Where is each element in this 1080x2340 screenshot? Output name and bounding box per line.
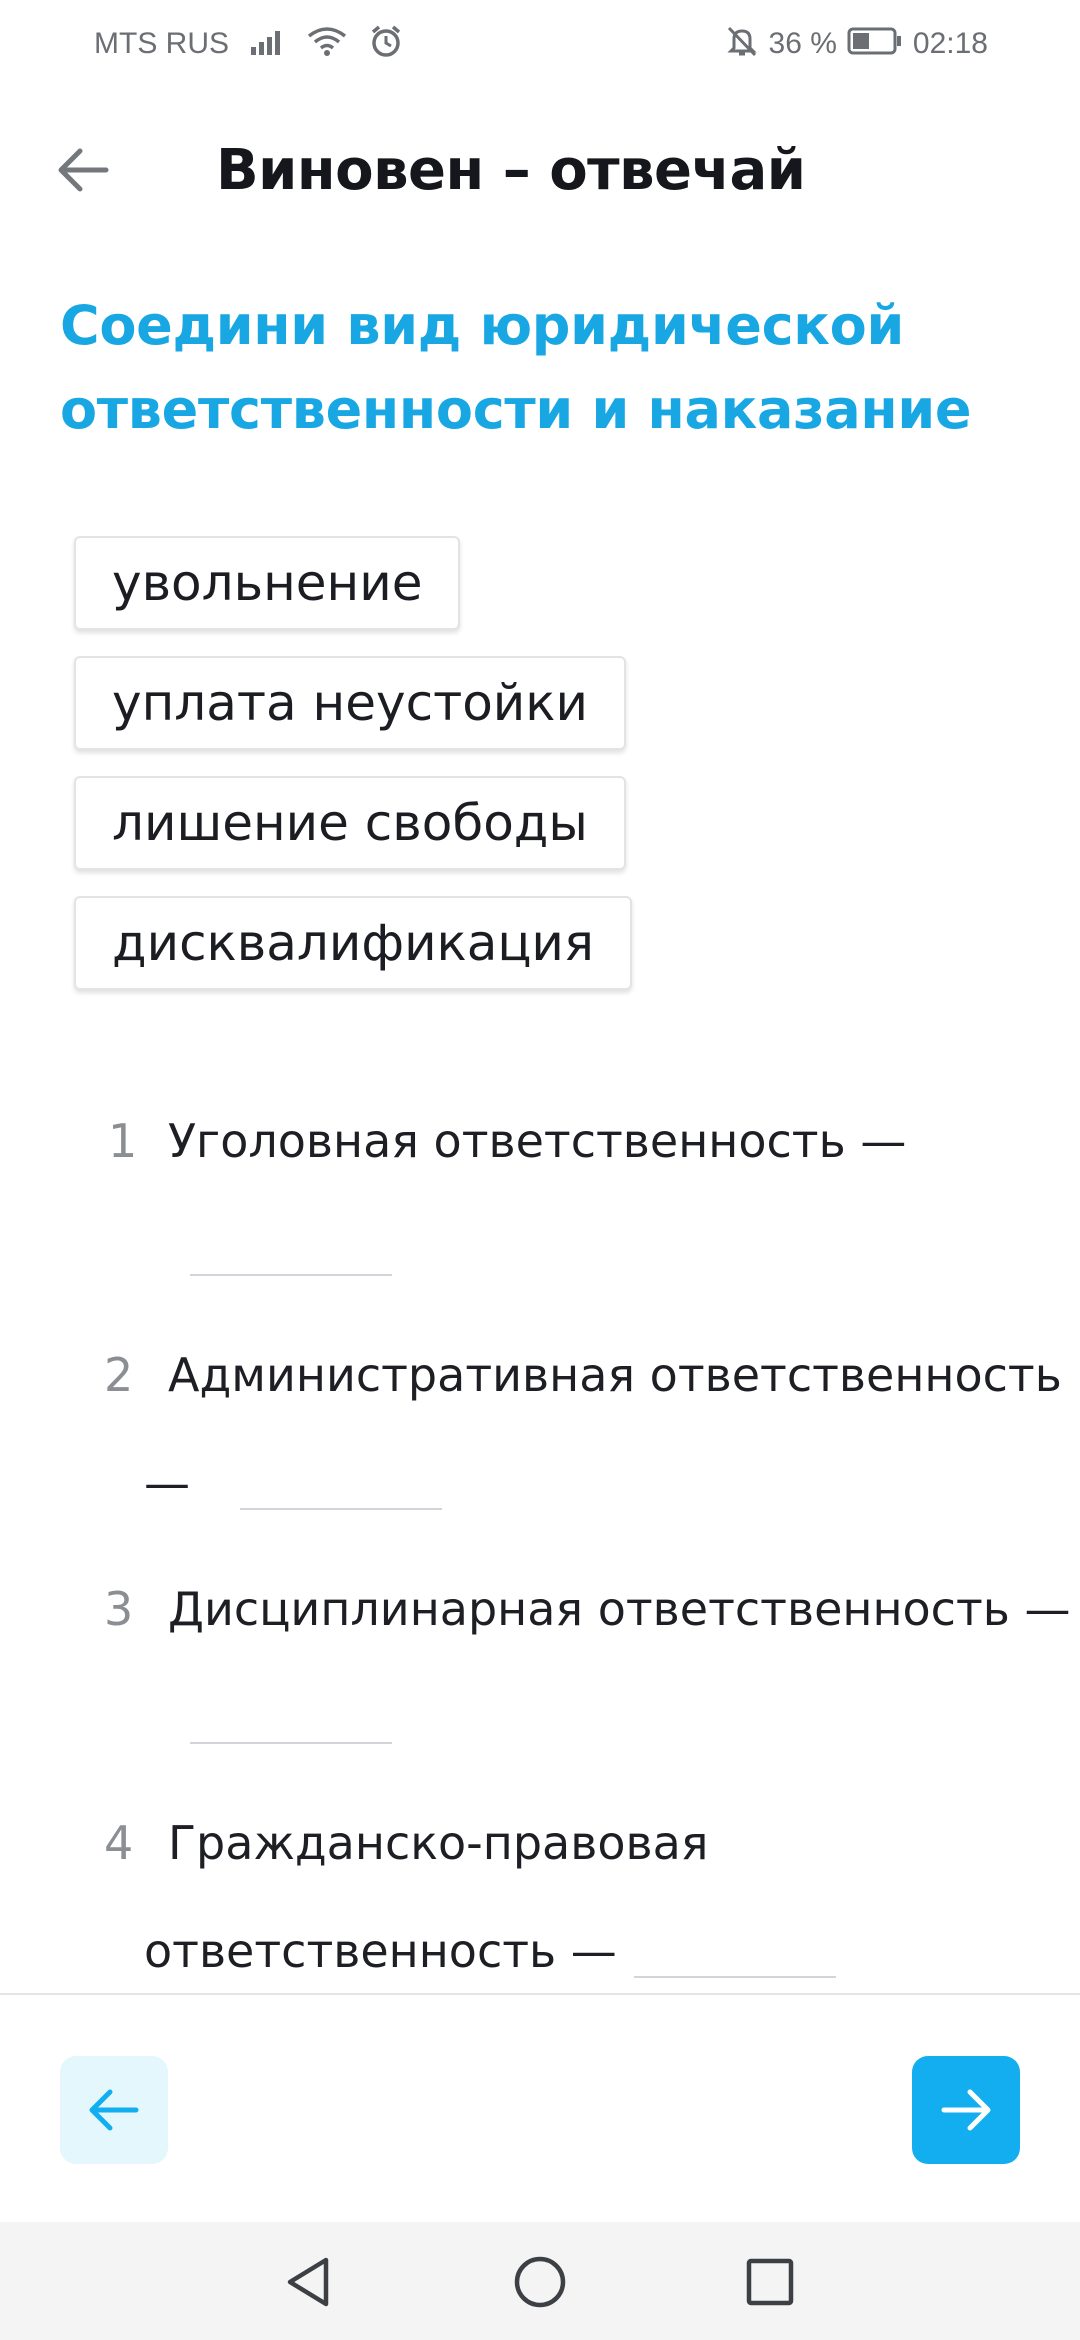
battery-icon (847, 26, 903, 61)
home-circle-icon[interactable] (510, 2252, 570, 2312)
question-number: 4 (104, 1816, 134, 1870)
question-number: 3 (104, 1582, 134, 1636)
question-text-continued: — (144, 1456, 190, 1510)
question-text: Административная ответственность (168, 1348, 1062, 1402)
battery-percent: 36 % (768, 26, 837, 60)
question-text: Уголовная ответственность — (168, 1114, 907, 1168)
arrow-left-icon (89, 2089, 139, 2131)
arrow-left-icon[interactable] (52, 138, 116, 202)
status-right: 36 % 02:18 (725, 24, 988, 63)
question-text: Дисциплинарная ответственность — (168, 1582, 1071, 1636)
wifi-icon (307, 26, 347, 61)
recents-square-icon[interactable] (740, 2252, 800, 2312)
option-chip[interactable]: уплата неустойки (74, 656, 626, 750)
status-left: MTS RUS (94, 24, 403, 63)
system-nav-bar (0, 2222, 1080, 2340)
status-bar: MTS RUS 36 % 02:18 (0, 0, 1080, 84)
clock: 02:18 (912, 26, 988, 60)
mute-bell-icon (725, 24, 759, 63)
option-chip[interactable]: дисквалификация (74, 896, 633, 990)
answer-blank[interactable] (634, 1976, 836, 1978)
answer-options: увольнение уплата неустойки лишение своб… (74, 536, 633, 990)
page-title: Виновен – отвечай (216, 138, 806, 203)
option-chip[interactable]: увольнение (74, 536, 461, 630)
answer-blank[interactable] (190, 1274, 392, 1276)
back-triangle-icon[interactable] (280, 2252, 340, 2312)
answer-blank[interactable] (240, 1508, 442, 1510)
signal-icon (251, 27, 285, 60)
task-heading: Соедини вид юридической ответственности … (60, 294, 972, 441)
question-text-continued: ответственность — (144, 1924, 617, 1978)
question-number: 1 (108, 1114, 138, 1168)
carrier-name: MTS RUS (94, 26, 229, 60)
answer-blank[interactable] (190, 1742, 392, 1744)
next-button[interactable] (912, 2056, 1020, 2164)
app-header: Виновен – отвечай (0, 110, 1080, 230)
previous-button[interactable] (60, 2056, 168, 2164)
option-chip[interactable]: лишение свободы (74, 776, 626, 870)
bottom-divider (0, 1993, 1080, 1995)
alarm-icon (369, 24, 403, 63)
question-text: Гражданско-правовая (168, 1816, 709, 1870)
question-number: 2 (104, 1348, 134, 1402)
arrow-right-icon (941, 2089, 991, 2131)
